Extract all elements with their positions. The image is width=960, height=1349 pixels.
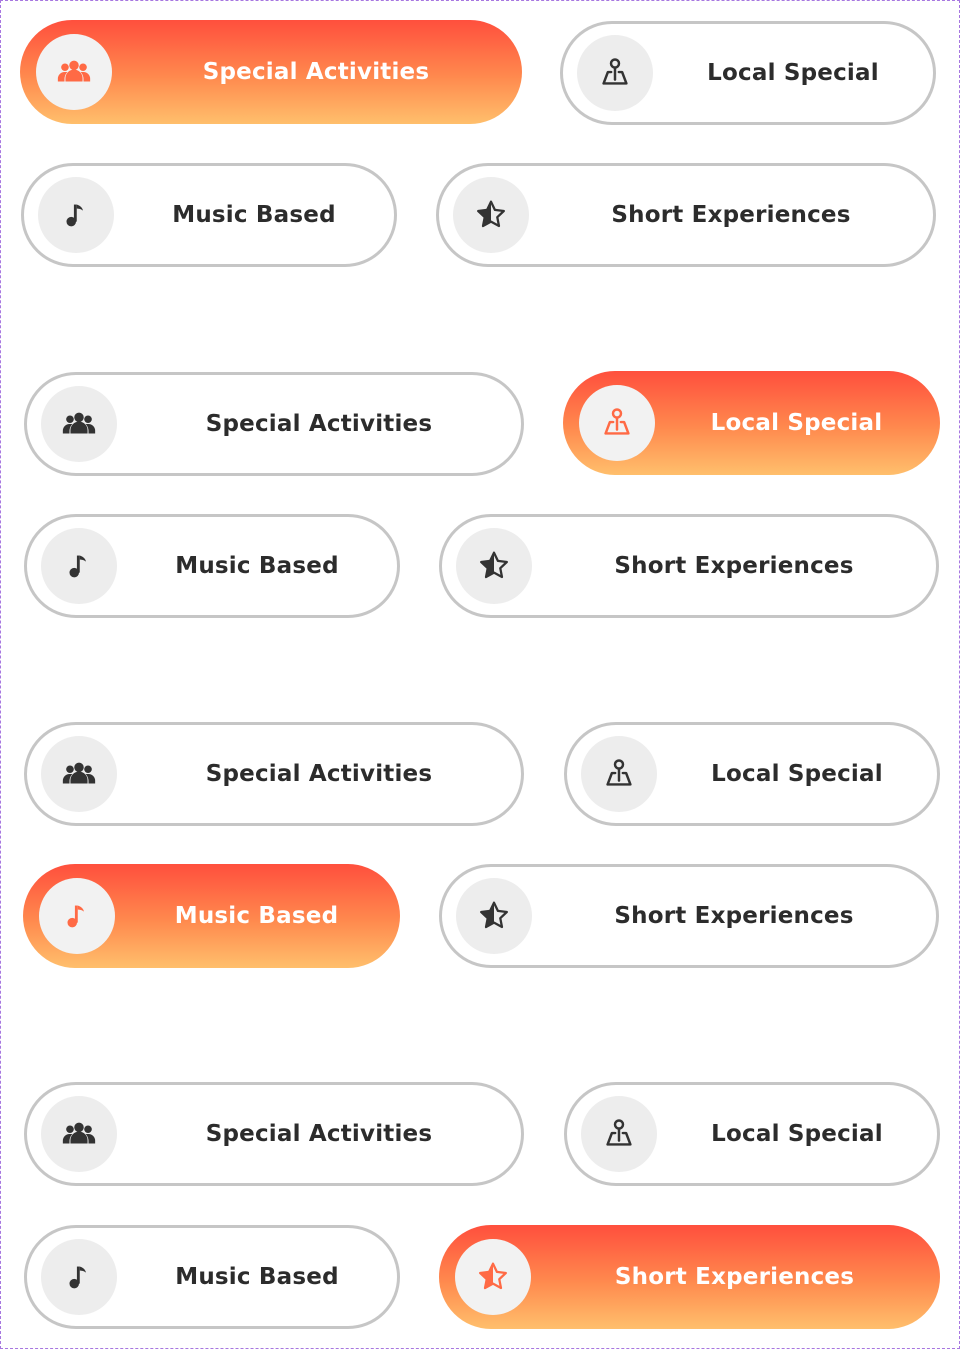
chip-special-activities[interactable]: Special Activities (24, 722, 524, 826)
chip-music-based[interactable]: Music Based (21, 163, 397, 267)
chip-label: Short Experiences (614, 903, 854, 929)
people-group-icon (41, 1096, 117, 1172)
map-pin-icon (577, 35, 653, 111)
people-group-icon (36, 34, 112, 110)
chip-label: Music Based (174, 903, 339, 929)
star-icon (456, 528, 532, 604)
chip-local-special[interactable]: Local Special (564, 722, 940, 826)
chip-short-experiences[interactable]: Short Experiences (439, 514, 939, 618)
chip-label: Music Based (175, 553, 339, 579)
chip-label: Short Experiences (614, 1264, 855, 1290)
music-note-icon (38, 177, 114, 253)
chip-special-activities[interactable]: Special Activities (24, 372, 524, 476)
star-icon (456, 878, 532, 954)
chip-label: Local Special (707, 60, 879, 86)
chip-label: Special Activities (205, 1121, 433, 1147)
chip-label: Music Based (172, 202, 336, 228)
chip-label: Local Special (711, 1121, 883, 1147)
people-group-icon (41, 736, 117, 812)
music-note-icon (41, 528, 117, 604)
chip-short-experiences[interactable]: Short Experiences (439, 864, 939, 968)
chip-music-based[interactable]: Music Based (23, 864, 400, 968)
chip-music-based[interactable]: Music Based (24, 1225, 400, 1329)
chip-short-experiences[interactable]: Short Experiences (439, 1225, 940, 1329)
chip-label: Local Special (711, 761, 883, 787)
chip-label: Local Special (710, 410, 883, 436)
chip-music-based[interactable]: Music Based (24, 514, 400, 618)
chip-special-activities[interactable]: Special Activities (24, 1082, 524, 1186)
chip-label: Special Activities (202, 59, 430, 85)
chip-local-special[interactable]: Local Special (564, 1082, 940, 1186)
chip-label: Special Activities (205, 411, 433, 437)
chip-special-activities[interactable]: Special Activities (20, 20, 522, 124)
star-icon (453, 177, 529, 253)
music-note-icon (41, 1239, 117, 1315)
chip-label: Short Experiences (614, 553, 854, 579)
chip-local-special[interactable]: Local Special (563, 371, 940, 475)
chip-label: Short Experiences (611, 202, 851, 228)
chip-label: Special Activities (205, 761, 433, 787)
chip-local-special[interactable]: Local Special (560, 21, 936, 125)
star-icon (455, 1239, 531, 1315)
people-group-icon (41, 386, 117, 462)
map-pin-icon (581, 736, 657, 812)
chip-label: Music Based (175, 1264, 339, 1290)
chip-short-experiences[interactable]: Short Experiences (436, 163, 936, 267)
map-pin-icon (579, 385, 655, 461)
map-pin-icon (581, 1096, 657, 1172)
music-note-icon (39, 878, 115, 954)
